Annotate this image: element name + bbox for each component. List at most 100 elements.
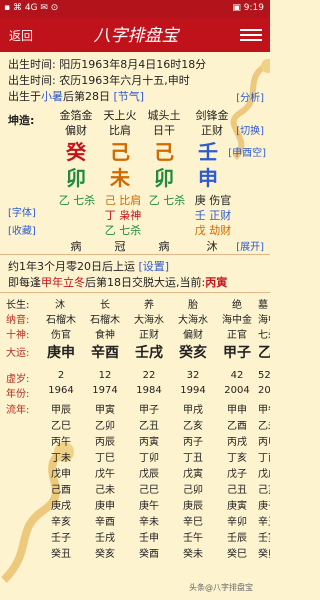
- jq-prefix: 出生于: [8, 90, 41, 103]
- canggan-month-1: 己 比肩: [104, 194, 142, 207]
- label-nayin: 纳音:: [6, 315, 30, 326]
- xusui-cell: 32: [186, 370, 200, 381]
- jieqi-link[interactable]: [节气]: [114, 90, 145, 103]
- liunian-cell: 辛酉: [95, 517, 115, 528]
- changsheng-cell: 养: [144, 300, 154, 311]
- nayin-cell: 石榴木: [46, 315, 76, 326]
- year-cell: 2014: [258, 385, 270, 396]
- canggan-hour-1: 庚 伤官: [194, 194, 232, 207]
- liunian-cell: 戊申: [51, 469, 71, 480]
- tiangan-hour: 壬: [198, 140, 218, 164]
- font-link[interactable]: [字体]: [8, 204, 36, 219]
- liunian-cell: 辛巳: [183, 517, 203, 528]
- jq-days: 后第28日: [63, 90, 110, 103]
- tiangan-year: 癸: [66, 140, 86, 164]
- liunian-cell: 癸亥: [95, 549, 115, 560]
- canggan-day-1: 乙 七杀: [148, 194, 186, 207]
- dayun-cell: 庚申: [47, 345, 75, 361]
- xusui-cell: 42: [230, 370, 244, 381]
- main-content: 出生时间: 阳历1963年8月4日16时18分 出生时间: 农历1963年六月十…: [0, 52, 270, 600]
- changsheng-cell: 绝: [232, 300, 242, 311]
- analysis-link[interactable]: [分析]: [236, 89, 264, 104]
- liunian-cell: 己酉: [51, 485, 71, 496]
- jq-term: 小暑: [41, 90, 63, 103]
- status-right: ▣ 9:19: [232, 3, 264, 13]
- liunian-cell: 丁未: [51, 453, 71, 464]
- divider: [0, 292, 270, 293]
- zhangsheng-month: 冠: [114, 240, 126, 253]
- liunian-cell: 丙寅: [139, 437, 159, 448]
- liunian-cell: 辛卯: [227, 517, 247, 528]
- liunian-cell: 壬寅: [258, 533, 270, 544]
- shishen-cell: 食神: [95, 330, 115, 341]
- liunian-cell: 丁丑: [183, 453, 203, 464]
- kongwang: [申酉空]: [228, 148, 266, 159]
- shishen-cell: 正官: [227, 330, 247, 341]
- expand-link[interactable]: [展开]: [236, 238, 264, 253]
- jy-a: 即每逢: [8, 276, 41, 289]
- dizhi-hour: 申: [198, 166, 218, 190]
- dizhi-year: 卯: [66, 166, 86, 190]
- liunian-cell: 庚申: [95, 501, 115, 512]
- liunian-cell: 丁卯: [139, 453, 159, 464]
- menu-icon[interactable]: [240, 26, 262, 44]
- liunian-cell: 丁亥: [227, 453, 247, 464]
- nayin-month: 天上火: [103, 109, 137, 122]
- dayun-cell: 辛酉: [91, 345, 119, 361]
- liunian-cell: 己未: [95, 485, 115, 496]
- solar-birth-time: 出生时间: 阳历1963年8月4日16时18分: [8, 58, 207, 71]
- liunian-cell: 癸巳: [227, 549, 247, 560]
- zhangsheng-day: 病: [158, 240, 170, 253]
- liunian-cell: 戊子: [227, 469, 247, 480]
- dayun-cell: 壬戌: [135, 345, 163, 361]
- year-cell: 1984: [136, 385, 162, 396]
- xusui-cell: 52: [258, 370, 270, 381]
- liunian-cell: 戊午: [95, 469, 115, 480]
- year-cell: 1964: [48, 385, 74, 396]
- canggan-hour-3: 戊 劫财: [194, 224, 232, 237]
- liunian-cell: 壬午: [183, 533, 203, 544]
- bazi-label: 坤造:: [8, 114, 35, 127]
- liunian-cell: 壬辰: [227, 533, 247, 544]
- nayin-cell: 大海水: [134, 315, 164, 326]
- dayun-cell: 癸亥: [179, 345, 207, 361]
- nayin-day: 城头土: [147, 109, 181, 122]
- shishen-cell: 伤官: [51, 330, 71, 341]
- jy-d: 后第18日交脱大运,当前:: [85, 276, 206, 289]
- canggan-month-3: 乙 七杀: [104, 224, 142, 237]
- liunian-cell: 壬子: [51, 533, 71, 544]
- liunian-cell: 乙酉: [227, 421, 247, 432]
- liunian-cell: 辛丑: [258, 517, 270, 528]
- jiaoyun-line: 即每逢甲年立冬后第18日交脱大运,当前:丙寅: [8, 274, 227, 290]
- back-button[interactable]: 返回: [9, 27, 33, 44]
- shishen-cell: 偏财: [183, 330, 203, 341]
- xusui-cell: 12: [98, 370, 112, 381]
- changsheng-cell: 胎: [188, 300, 198, 311]
- current-dayun: 丙寅: [205, 276, 228, 289]
- dizhi-month: 未: [110, 166, 130, 190]
- label-shishen: 十神:: [6, 330, 30, 341]
- switch-link[interactable]: [切换]: [236, 122, 264, 137]
- liunian-cell: 庚子: [258, 501, 270, 512]
- settings-link[interactable]: [设置]: [139, 260, 170, 273]
- watermark: 头条@八字排盘宝: [189, 583, 253, 592]
- xusui-cell: 2: [57, 370, 65, 381]
- liunian-cell: 己丑: [227, 485, 247, 496]
- shishen-cell: 七杀: [258, 330, 270, 341]
- app-logo: 八字排盘宝: [94, 26, 181, 46]
- status-left: ▪ ⌘ 4G ✉ ⊙: [4, 3, 59, 13]
- liunian-cell: 癸卯: [258, 549, 270, 560]
- liunian-cell: 丙戌: [227, 437, 247, 448]
- changsheng-first: 沐: [55, 300, 65, 311]
- app-header: 返回 八字排盘宝: [0, 18, 270, 52]
- canggan-hour-2: 壬 正财: [194, 209, 232, 222]
- liunian-cell: 辛未: [139, 517, 159, 528]
- canggan-year-1: 乙 七杀: [58, 194, 96, 207]
- nayin-hour: 剑锋金: [195, 109, 229, 122]
- zhangsheng-year: 病: [70, 240, 82, 253]
- liunian-cell: 乙丑: [139, 421, 159, 432]
- liunian-cell: 甲寅: [95, 405, 115, 416]
- collect-link[interactable]: [收藏]: [8, 222, 36, 237]
- zhangsheng-hour: 沐: [206, 240, 218, 253]
- year-cell: 2004: [224, 385, 250, 396]
